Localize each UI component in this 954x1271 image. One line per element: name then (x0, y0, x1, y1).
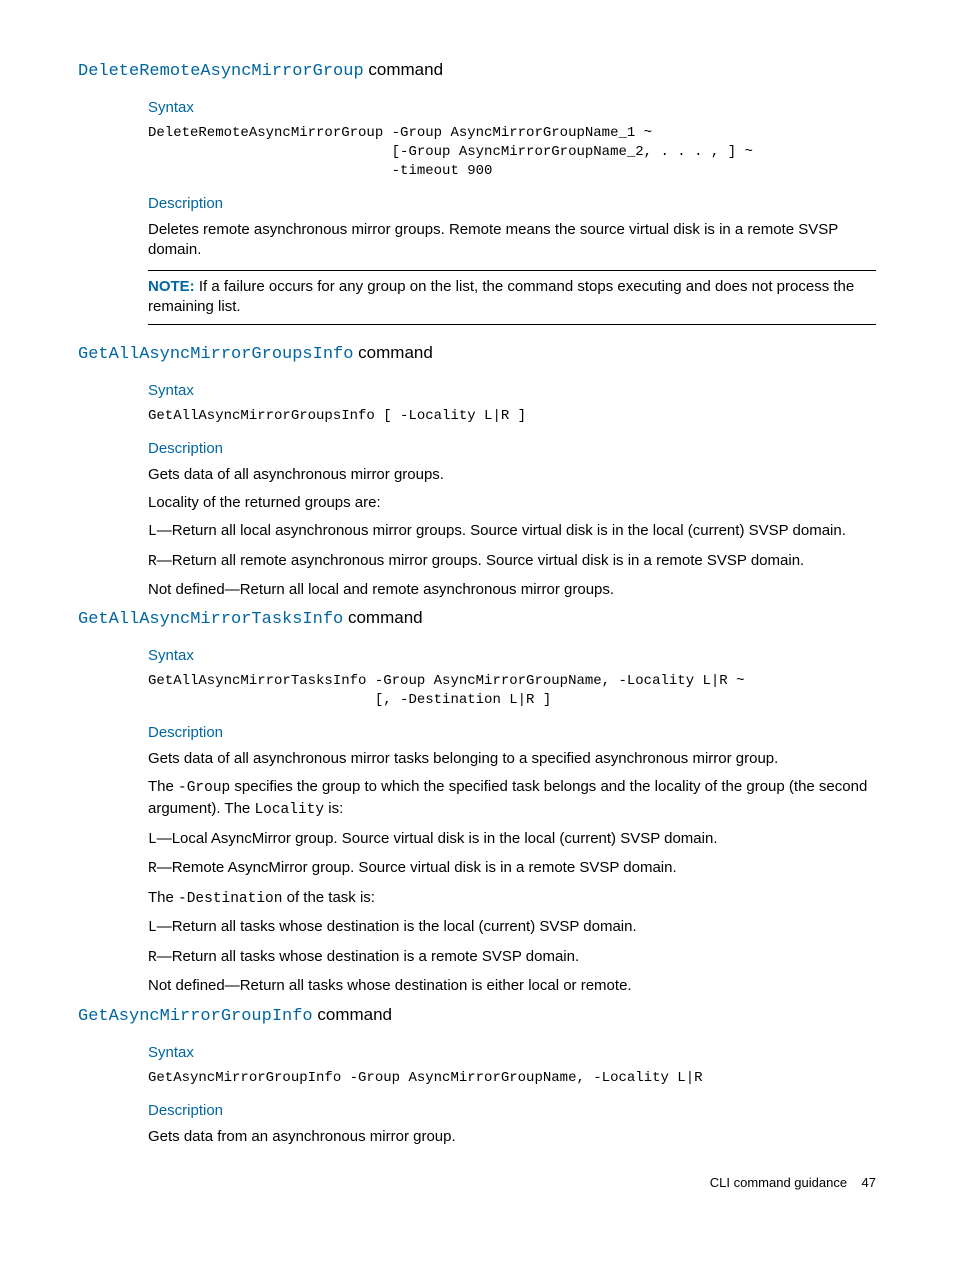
command-suffix: command (313, 1005, 392, 1024)
option-r: R—Return all remote asynchronous mirror … (148, 551, 876, 573)
param-code: -Group (178, 780, 230, 796)
option-code: R (148, 950, 157, 966)
command-name: GetAllAsyncMirrorTasksInfo (78, 610, 343, 629)
description-text: Gets data from an asynchronous mirror gr… (148, 1127, 876, 1147)
note-text: If a failure occurs for any group on the… (148, 278, 854, 315)
syntax-heading: Syntax (148, 1044, 876, 1061)
option-text: —Return all local asynchronous mirror gr… (157, 522, 846, 539)
text: is: (324, 800, 343, 817)
description-heading: Description (148, 724, 876, 741)
footer-text: CLI command guidance (710, 1175, 847, 1190)
syntax-code: GetAllAsyncMirrorGroupsInfo [ -Locality … (148, 407, 876, 426)
option-notdefined: Not defined—Return all tasks whose desti… (148, 976, 876, 996)
group-description: The -Group specifies the group to which … (148, 777, 876, 820)
option-code: R (148, 861, 157, 877)
param-code: Locality (254, 802, 324, 818)
note-block: NOTE: If a failure occurs for any group … (148, 270, 876, 325)
option-code: R (148, 554, 157, 570)
option-notdefined: Not defined—Return all local and remote … (148, 580, 876, 600)
option-r: R—Remote AsyncMirror group. Source virtu… (148, 858, 876, 880)
command-suffix: command (343, 608, 422, 627)
section-heading-delete: DeleteRemoteAsyncMirrorGroup command (78, 60, 876, 81)
description-text: Gets data of all asynchronous mirror gro… (148, 465, 876, 485)
description-heading: Description (148, 440, 876, 457)
option-text: —Remote AsyncMirror group. Source virtua… (157, 859, 677, 876)
page-footer: CLI command guidance 47 (78, 1175, 876, 1190)
destination-description: The -Destination of the task is: (148, 888, 876, 910)
option-text: —Local AsyncMirror group. Source virtual… (157, 830, 718, 847)
option-text: —Return all tasks whose destination is a… (157, 948, 579, 965)
option-l: L—Local AsyncMirror group. Source virtua… (148, 829, 876, 851)
command-name: DeleteRemoteAsyncMirrorGroup (78, 62, 364, 81)
section-heading-getallgroups: GetAllAsyncMirrorGroupsInfo command (78, 343, 876, 364)
syntax-code: DeleteRemoteAsyncMirrorGroup -Group Asyn… (148, 124, 876, 181)
syntax-heading: Syntax (148, 382, 876, 399)
option-r: R—Return all tasks whose destination is … (148, 947, 876, 969)
option-code: L (148, 524, 157, 540)
description-text: Locality of the returned groups are: (148, 493, 876, 513)
command-suffix: command (353, 343, 432, 362)
page-number: 47 (862, 1175, 876, 1190)
option-l: L—Return all tasks whose destination is … (148, 917, 876, 939)
text: The (148, 778, 178, 795)
syntax-code: GetAllAsyncMirrorTasksInfo -Group AsyncM… (148, 672, 876, 710)
option-l: L—Return all local asynchronous mirror g… (148, 521, 876, 543)
description-text: Gets data of all asynchronous mirror tas… (148, 749, 876, 769)
option-text: —Return all remote asynchronous mirror g… (157, 552, 805, 569)
command-suffix: command (364, 60, 443, 79)
param-code: -Destination (178, 891, 282, 907)
section-heading-getalltasks: GetAllAsyncMirrorTasksInfo command (78, 608, 876, 629)
description-text: Deletes remote asynchronous mirror group… (148, 220, 876, 261)
text: of the task is: (282, 889, 375, 906)
command-name: GetAllAsyncMirrorGroupsInfo (78, 345, 353, 364)
option-text: —Return all tasks whose destination is t… (157, 918, 637, 935)
syntax-code: GetAsyncMirrorGroupInfo -Group AsyncMirr… (148, 1069, 876, 1088)
syntax-heading: Syntax (148, 647, 876, 664)
note-label: NOTE: (148, 278, 195, 295)
syntax-heading: Syntax (148, 99, 876, 116)
text: The (148, 889, 178, 906)
description-heading: Description (148, 1102, 876, 1119)
section-heading-getgroup: GetAsyncMirrorGroupInfo command (78, 1005, 876, 1026)
option-code: L (148, 832, 157, 848)
description-heading: Description (148, 195, 876, 212)
option-code: L (148, 920, 157, 936)
command-name: GetAsyncMirrorGroupInfo (78, 1007, 313, 1026)
